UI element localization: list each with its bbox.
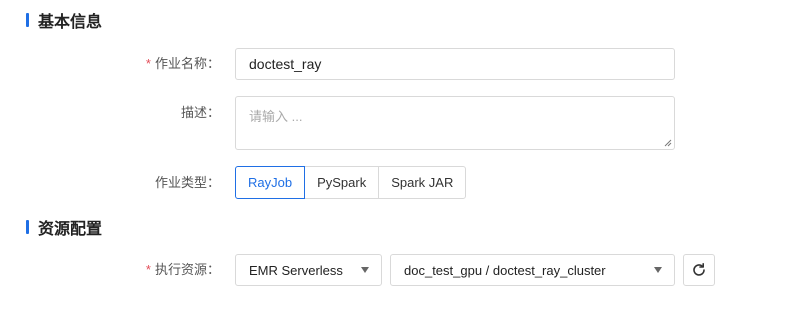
description-label-text: 描述： [180,105,220,120]
caret-down-icon [654,267,662,273]
caret-down-icon [361,267,369,273]
job-name-label-text: 作业名称： [154,56,220,71]
job-type-option-rayjob[interactable]: RayJob [235,166,306,199]
refresh-icon [693,263,705,276]
exec-resource-label-text: 执行资源： [154,262,220,277]
basic-info-section-title: 基本信息 [26,10,103,31]
engine-select-value: EMR Serverless [249,262,343,278]
section-title-text: 基本信息 [38,14,103,31]
required-mark: * [145,56,151,71]
job-type-option-pyspark[interactable]: PySpark [304,166,380,199]
required-mark: * [145,262,151,277]
job-type-segmented-control: RayJob PySpark Spark JAR [235,166,467,199]
section-accent-bar [26,13,29,27]
exec-resource-label: * 执行资源： [0,260,220,280]
description-textarea[interactable]: 请输入 ... [235,96,675,150]
refresh-button[interactable] [683,254,715,286]
cluster-select-value: doc_test_gpu / doctest_ray_cluster [404,262,606,278]
job-type-label: 作业类型： [0,173,220,193]
resize-grip-icon[interactable] [664,139,672,147]
job-type-label-text: 作业类型： [154,175,220,190]
job-name-input[interactable]: doctest_ray [235,48,675,80]
cluster-select[interactable]: doc_test_gpu / doctest_ray_cluster [390,254,675,286]
description-placeholder: 请输入 ... [249,109,303,124]
section-accent-bar [26,220,29,234]
job-type-option-spark-jar[interactable]: Spark JAR [378,166,467,199]
resource-config-section-title: 资源配置 [26,217,103,238]
description-label: 描述： [0,103,220,123]
job-name-value: doctest_ray [249,56,322,72]
section-title-text: 资源配置 [38,221,103,238]
engine-select[interactable]: EMR Serverless [235,254,382,286]
job-name-label: * 作业名称： [0,54,220,74]
